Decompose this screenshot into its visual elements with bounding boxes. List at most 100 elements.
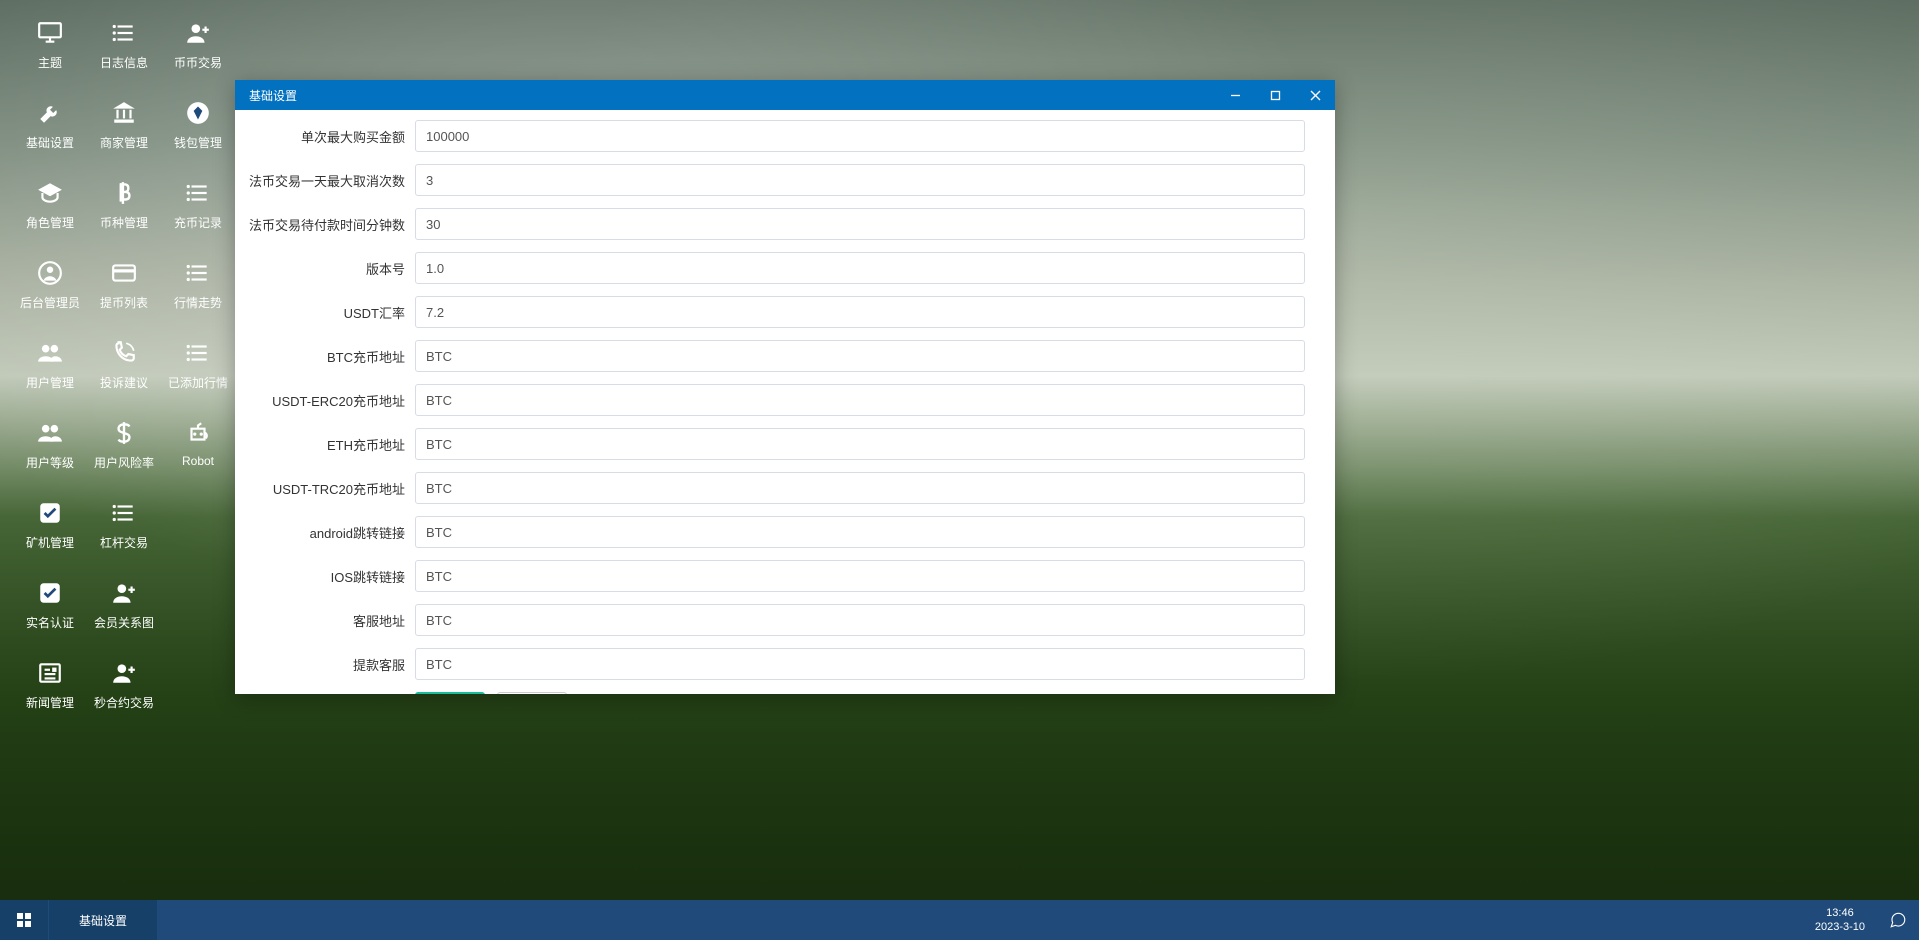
form-label: USDT-ERC20充币地址	[245, 391, 415, 410]
desktop-icon-label: 实名认证	[26, 614, 74, 631]
desktop-icon-24[interactable]: 新闻管理	[15, 650, 85, 728]
tray-chat-icon[interactable]	[1877, 900, 1919, 940]
form-input-3[interactable]	[415, 252, 1305, 284]
window-maximize-button[interactable]	[1255, 80, 1295, 110]
desktop-icon-8[interactable]: 充币记录	[163, 170, 233, 248]
desktop-icon-10[interactable]: 提币列表	[89, 250, 159, 328]
users-icon	[35, 418, 65, 448]
taskbar-clock[interactable]: 13:46 2023-3-10	[1803, 900, 1877, 940]
user-plus-icon	[109, 578, 139, 608]
desktop-icon-21[interactable]: 实名认证	[15, 570, 85, 648]
form-label: 法币交易一天最大取消次数	[245, 171, 415, 190]
form-row-8: USDT-TRC20充币地址	[245, 472, 1305, 504]
start-button[interactable]	[0, 900, 48, 940]
desktop-icon-18[interactable]: 矿机管理	[15, 490, 85, 568]
desktop-icon-5[interactable]: 钱包管理	[163, 90, 233, 168]
form-label: BTC充币地址	[245, 347, 415, 366]
user-circle-icon	[35, 258, 65, 288]
diamond-icon	[183, 98, 213, 128]
form-input-4[interactable]	[415, 296, 1305, 328]
dollar-icon	[109, 418, 139, 448]
bank-icon	[109, 98, 139, 128]
submit-button[interactable]	[415, 692, 485, 694]
desktop-icon-16[interactable]: 用户风险率	[89, 410, 159, 488]
form-input-7[interactable]	[415, 428, 1305, 460]
form-input-10[interactable]	[415, 560, 1305, 592]
desktop-icon-15[interactable]: 用户等级	[15, 410, 85, 488]
desktop-icon-label: Robot	[182, 454, 214, 468]
monitor-icon	[35, 18, 65, 48]
form-input-6[interactable]	[415, 384, 1305, 416]
window-body[interactable]: 单次最大购买金额法币交易一天最大取消次数法币交易待付款时间分钟数版本号USDT汇…	[235, 110, 1335, 694]
desktop-icon-label: 投诉建议	[100, 374, 148, 391]
taskbar-active-task[interactable]: 基础设置	[49, 900, 157, 940]
form-input-12[interactable]	[415, 648, 1305, 680]
form-input-0[interactable]	[415, 120, 1305, 152]
check-box-icon	[35, 498, 65, 528]
desktop-icon-9[interactable]: 后台管理员	[15, 250, 85, 328]
desktop-icon-1[interactable]: 日志信息	[89, 10, 159, 88]
desktop-icon-25[interactable]: 秒合约交易	[89, 650, 159, 728]
desktop-icon-grid: 主题日志信息币币交易基础设置商家管理钱包管理角色管理 币种管理充币记录后台管理员 提…	[15, 10, 233, 728]
news-icon	[35, 658, 65, 688]
desktop-icon-label: 矿机管理	[26, 534, 74, 551]
desktop-icon-14[interactable]: 已添加行情	[163, 330, 233, 408]
user-plus-icon	[183, 18, 213, 48]
form-row-11: 客服地址	[245, 604, 1305, 636]
window-minimize-button[interactable]	[1215, 80, 1255, 110]
form-row-0: 单次最大购买金额	[245, 120, 1305, 152]
form-label: 单次最大购买金额	[245, 127, 415, 146]
taskbar-active-task-label: 基础设置	[79, 912, 127, 929]
form-label: 客服地址	[245, 611, 415, 630]
desktop-icon-label: 提币列表	[100, 294, 148, 311]
desktop-icon-3[interactable]: 基础设置	[15, 90, 85, 168]
desktop-icon-label: 用户等级	[26, 454, 74, 471]
form-label: 版本号	[245, 259, 415, 278]
form-input-5[interactable]	[415, 340, 1305, 372]
desktop-icon-label: 用户风险率	[94, 454, 154, 471]
desktop-icon-label: 币种管理	[100, 214, 148, 231]
desktop-icon-22[interactable]: 会员关系图	[89, 570, 159, 648]
desktop-icon-0[interactable]: 主题	[15, 10, 85, 88]
window-titlebar[interactable]: 基础设置	[235, 80, 1335, 110]
window-title: 基础设置	[249, 87, 1215, 104]
form-input-1[interactable]	[415, 164, 1305, 196]
user-plus-icon	[109, 658, 139, 688]
form-label: USDT-TRC20充币地址	[245, 479, 415, 498]
form-input-9[interactable]	[415, 516, 1305, 548]
desktop-icon-17[interactable]: Robot	[163, 410, 233, 488]
desktop-icon-11[interactable]: 行情走势	[163, 250, 233, 328]
desktop-icon-label: 角色管理	[26, 214, 74, 231]
desktop-icon-2[interactable]: 币币交易	[163, 10, 233, 88]
form-row-7: ETH充币地址	[245, 428, 1305, 460]
list-icon	[183, 178, 213, 208]
form-row-5: BTC充币地址	[245, 340, 1305, 372]
desktop-icon-label: 币币交易	[174, 54, 222, 71]
form-label: 法币交易待付款时间分钟数	[245, 215, 415, 234]
form-input-11[interactable]	[415, 604, 1305, 636]
desktop-icon-13[interactable]: 投诉建议	[89, 330, 159, 408]
desktop-icon-label: 秒合约交易	[94, 694, 154, 711]
taskbar: 基础设置 13:46 2023-3-10	[0, 900, 1919, 940]
settings-window: 基础设置 单次最大购买金额法币交易一天最大取消次数法币交易待付款时间分钟数版本号…	[235, 80, 1335, 694]
check-box-icon	[35, 578, 65, 608]
form-input-8[interactable]	[415, 472, 1305, 504]
desktop-icon-4[interactable]: 商家管理	[89, 90, 159, 168]
desktop-icon-7[interactable]: 币种管理	[89, 170, 159, 248]
card-icon	[109, 258, 139, 288]
desktop-icon-12[interactable]: 用户管理	[15, 330, 85, 408]
form-row-6: USDT-ERC20充币地址	[245, 384, 1305, 416]
form-input-2[interactable]	[415, 208, 1305, 240]
secondary-button[interactable]	[497, 692, 567, 694]
list-icon	[183, 338, 213, 368]
taskbar-date: 2023-3-10	[1815, 920, 1865, 934]
desktop-icon-6[interactable]: 角色管理	[15, 170, 85, 248]
window-close-button[interactable]	[1295, 80, 1335, 110]
form-row-2: 法币交易待付款时间分钟数	[245, 208, 1305, 240]
desktop-icon-label: 新闻管理	[26, 694, 74, 711]
desktop-icon-label: 后台管理员	[20, 294, 80, 311]
phone-icon	[109, 338, 139, 368]
grad-cap-icon	[35, 178, 65, 208]
desktop-icon-19[interactable]: 杠杆交易	[89, 490, 159, 568]
form-label: ETH充币地址	[245, 435, 415, 454]
